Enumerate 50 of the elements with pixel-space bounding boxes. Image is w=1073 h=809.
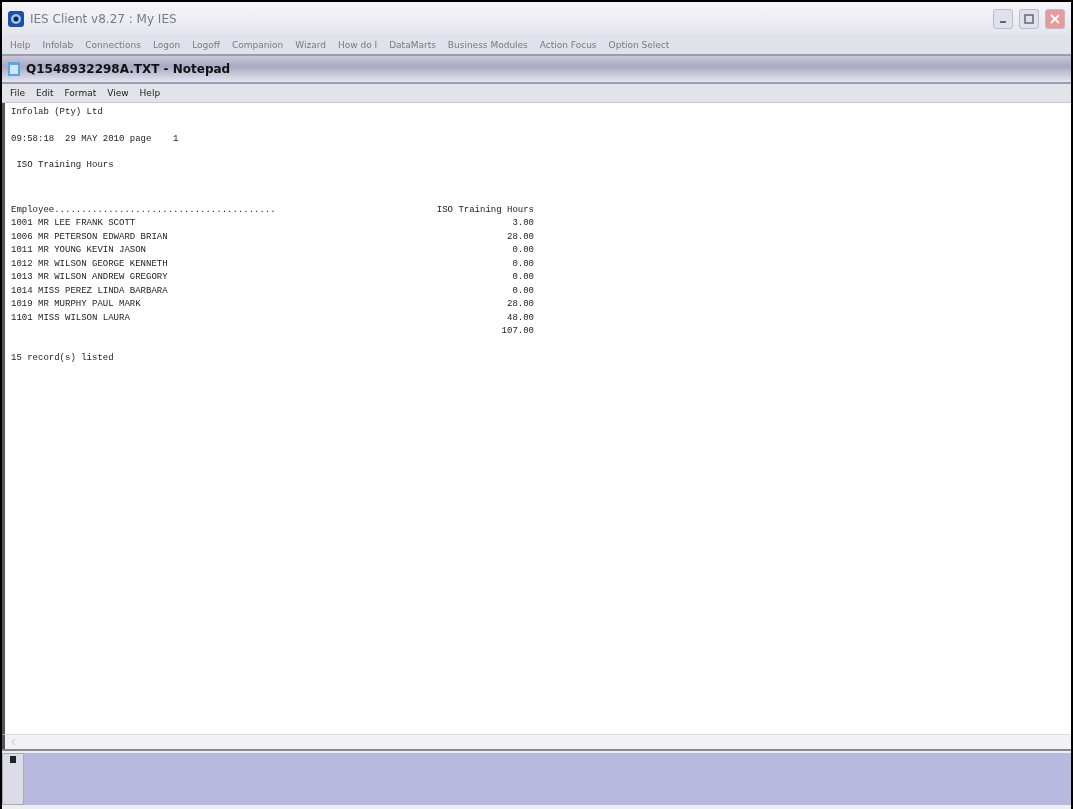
app-logo-icon (8, 11, 24, 27)
menu-item[interactable]: Option Select (608, 40, 670, 50)
total-cell-text: 107.00 (501, 326, 534, 338)
menu-item[interactable]: Business Modules (447, 40, 528, 50)
menu-item[interactable]: Infolab (42, 40, 74, 50)
report-timestamp: 09:58:18 29 MAY 2010 page 1 (11, 133, 180, 146)
employee-cell-text: 1014 MISS PEREZ LINDA BARBARA (11, 285, 168, 298)
menu-item[interactable]: How do I (337, 40, 378, 50)
report-footer: 15 record(s) listed (11, 352, 1065, 366)
menu-item[interactable]: Help (139, 88, 161, 98)
maximize-icon (1024, 14, 1034, 24)
menu-item[interactable]: Logon (152, 40, 181, 50)
close-icon (1050, 14, 1060, 24)
maximize-button[interactable] (1019, 9, 1039, 29)
close-button[interactable] (1045, 9, 1065, 29)
window-title: IES Client v8.27 : My IES (30, 12, 178, 26)
menu-item[interactable]: Action Focus (539, 40, 597, 50)
employee-cell-text: 1013 MR WILSON ANDREW GREGORY (11, 272, 168, 284)
menu-item[interactable]: View (107, 88, 129, 98)
hours-cell-text: 28.00 (507, 231, 534, 244)
hours-cell-text: 0.00 (512, 258, 534, 271)
employee-cell-text: 1019 MR MURPHY PAUL MARK (11, 299, 141, 311)
employee-cell-text: 1001 MR LEE FRANK SCOTT (11, 218, 136, 230)
menu-item[interactable]: Help (10, 40, 31, 50)
hours-cell-text: 48.00 (507, 312, 534, 325)
report-title: ISO Training Hours (15, 160, 115, 172)
menu-item[interactable]: Connections (85, 40, 141, 50)
menu-item[interactable]: Companion (232, 40, 284, 50)
employee-cell-text: 1101 MISS WILSON LAURA (11, 312, 130, 325)
small-square-icon (10, 756, 16, 763)
column-header: ISO Training Hours (436, 204, 534, 217)
hours-cell-text: 3.00 (512, 218, 534, 230)
notepad-title: Q1548932298A.TXT - Notepad (26, 62, 231, 76)
menu-item[interactable]: Wizard (295, 40, 326, 50)
menu-item[interactable]: Logoff (192, 40, 220, 50)
menu-item[interactable]: Edit (36, 88, 54, 98)
menu-item[interactable]: DataMarts (389, 40, 436, 50)
notepad-icon (8, 62, 20, 76)
employee-cell-text: 1011 MR YOUNG KEVIN JASON (11, 245, 147, 257)
hours-cell-text: 0.00 (512, 245, 534, 257)
employee-cell-text: 1006 MR PETERSON EDWARD BRIAN (11, 231, 168, 244)
menu-item[interactable]: Format (64, 88, 97, 98)
hours-cell-text: 0.00 (512, 285, 534, 298)
hours-cell-text: 0.00 (512, 272, 534, 284)
hours-cell-text: 28.00 (507, 299, 534, 311)
report-company: Infolab (Pty) Ltd (11, 107, 104, 119)
employee-cell-text: 1012 MR WILSON GEORGE KENNETH (11, 258, 168, 271)
minimize-button[interactable] (993, 9, 1013, 29)
column-header: Employee......................................... (11, 204, 276, 217)
menu-item[interactable]: File (10, 88, 26, 98)
